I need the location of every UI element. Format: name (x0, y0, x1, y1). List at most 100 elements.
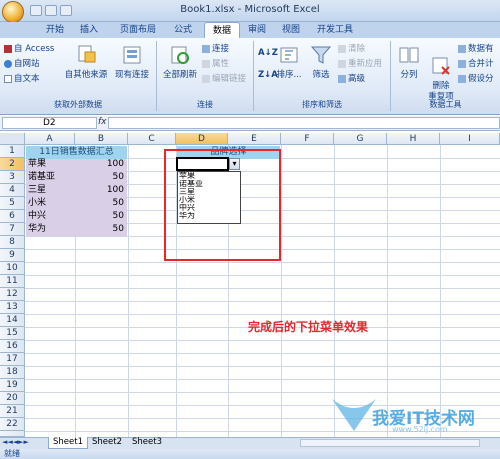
connections-icon (123, 46, 141, 64)
connections-button[interactable]: 连接 (202, 44, 229, 55)
brand-cell[interactable]: 三星 (28, 184, 74, 197)
advanced-filter-button[interactable]: 高级 (338, 74, 365, 85)
sheet-nav-icon[interactable]: ◄◄◄►► (2, 438, 29, 446)
watermark-url: www.52ij.com (392, 425, 448, 434)
text-to-columns-button[interactable]: 分列 (394, 44, 424, 81)
sheet-tab-3[interactable]: Sheet3 (128, 437, 166, 449)
tab-home[interactable]: 开始 (38, 22, 72, 38)
grid-line (25, 301, 500, 302)
brand-cell[interactable]: 中兴 (28, 210, 74, 223)
row-header[interactable]: 2 (0, 158, 25, 171)
from-web-button[interactable]: 自网站 (4, 59, 40, 70)
brand-cell[interactable]: 苹果 (28, 158, 74, 171)
row-header[interactable]: 18 (0, 366, 25, 379)
row-header[interactable]: 15 (0, 327, 25, 340)
value-cell[interactable]: 100 (76, 184, 127, 197)
row-header[interactable]: 5 (0, 197, 25, 210)
brand-cell[interactable]: 华为 (28, 223, 74, 236)
brand-cell[interactable]: 小米 (28, 197, 74, 210)
sheet-tab-2[interactable]: Sheet2 (88, 437, 126, 449)
column-header[interactable]: A (25, 133, 75, 145)
access-icon (4, 44, 12, 53)
row-header[interactable]: 16 (0, 340, 25, 353)
dropdown-option[interactable]: 华为 (179, 212, 239, 220)
filter-icon (310, 46, 332, 64)
column-header[interactable]: F (281, 133, 334, 145)
row-header[interactable]: 9 (0, 249, 25, 262)
row-header[interactable]: 22 (0, 418, 25, 431)
formula-input[interactable] (108, 117, 500, 129)
dropdown-option[interactable]: 三星 (179, 188, 239, 196)
value-cell[interactable]: 50 (76, 223, 127, 236)
value-cell[interactable]: 50 (76, 197, 127, 210)
tab-insert[interactable]: 插入 (72, 22, 106, 38)
grid-line (25, 392, 500, 393)
fx-button[interactable]: fx (98, 117, 107, 127)
clear-icon (338, 44, 346, 53)
tab-page-layout[interactable]: 页面布局 (110, 22, 166, 38)
row-header[interactable]: 7 (0, 223, 25, 236)
dropdown-option[interactable]: 中兴 (179, 204, 239, 212)
row-header[interactable]: 10 (0, 262, 25, 275)
advanced-filter-icon (338, 74, 346, 83)
tab-formulas[interactable]: 公式 (166, 22, 200, 38)
row-header[interactable]: 13 (0, 301, 25, 314)
row-header[interactable]: 19 (0, 379, 25, 392)
from-text-button[interactable]: 自文本 (4, 74, 40, 85)
existing-connections-button[interactable]: 现有连接 (112, 44, 152, 81)
sheet-tab-1[interactable]: Sheet1 (48, 437, 88, 449)
reapply-button[interactable]: 重新应用 (338, 59, 382, 70)
column-header[interactable]: H (387, 133, 440, 145)
row-header[interactable]: 12 (0, 288, 25, 301)
grid-line (25, 366, 500, 367)
tab-view[interactable]: 视图 (274, 22, 308, 38)
column-header[interactable]: C (128, 133, 176, 145)
sort-button[interactable]: 排序... (274, 44, 304, 81)
data-validation-button[interactable]: 数据有 (458, 44, 494, 55)
horizontal-scrollbar[interactable] (300, 439, 480, 447)
row-header[interactable]: 17 (0, 353, 25, 366)
column-header[interactable]: D (176, 133, 228, 145)
filter-button[interactable]: 筛选 (306, 44, 336, 81)
row-header[interactable]: 3 (0, 171, 25, 184)
selected-cell-d2[interactable] (176, 157, 229, 171)
row-header[interactable]: 6 (0, 210, 25, 223)
row-header[interactable]: 4 (0, 184, 25, 197)
properties-button[interactable]: 属性 (202, 59, 229, 70)
row-header[interactable]: 20 (0, 392, 25, 405)
column-header[interactable]: I (440, 133, 500, 145)
dropdown-option[interactable]: 苹果 (179, 172, 239, 180)
row-header[interactable]: 21 (0, 405, 25, 418)
edit-links-button[interactable]: 编辑链接 (202, 74, 246, 85)
tab-data[interactable]: 数据 (204, 22, 240, 38)
dropdown-option[interactable]: 小米 (179, 196, 239, 204)
select-all-corner[interactable] (0, 133, 25, 145)
row-header[interactable]: 11 (0, 275, 25, 288)
other-sources-button[interactable]: 自其他来源 (62, 44, 110, 81)
tab-review[interactable]: 审阅 (240, 22, 274, 38)
name-box[interactable]: D2 (2, 117, 97, 129)
what-if-button[interactable]: 假设分 (458, 74, 494, 85)
row-header[interactable]: 8 (0, 236, 25, 249)
from-access-button[interactable]: 自 Access (4, 44, 54, 55)
column-header[interactable]: B (75, 133, 128, 145)
tab-developer[interactable]: 开发工具 (310, 22, 360, 38)
row-header[interactable]: 1 (0, 145, 25, 158)
row-header[interactable]: 14 (0, 314, 25, 327)
column-header[interactable]: E (228, 133, 281, 145)
column-header[interactable]: G (334, 133, 387, 145)
refresh-all-button[interactable]: 全部刷新 (160, 44, 200, 81)
grid-line (387, 145, 388, 437)
consolidate-button[interactable]: 合并计 (458, 59, 494, 70)
dropdown-option[interactable]: 诺基亚 (179, 180, 239, 188)
dropdown-arrow-icon[interactable]: ▾ (229, 158, 240, 170)
clear-button[interactable]: 清除 (338, 44, 365, 55)
group-label-data-tools: 数据工具 (429, 100, 462, 109)
brand-cell[interactable]: 诺基亚 (28, 171, 74, 184)
value-cell[interactable]: 100 (76, 158, 127, 171)
value-cell[interactable]: 50 (76, 171, 127, 184)
grid-line (25, 262, 500, 263)
edit-links-icon (202, 74, 210, 83)
value-cell[interactable]: 50 (76, 210, 127, 223)
grid-line (334, 145, 335, 437)
